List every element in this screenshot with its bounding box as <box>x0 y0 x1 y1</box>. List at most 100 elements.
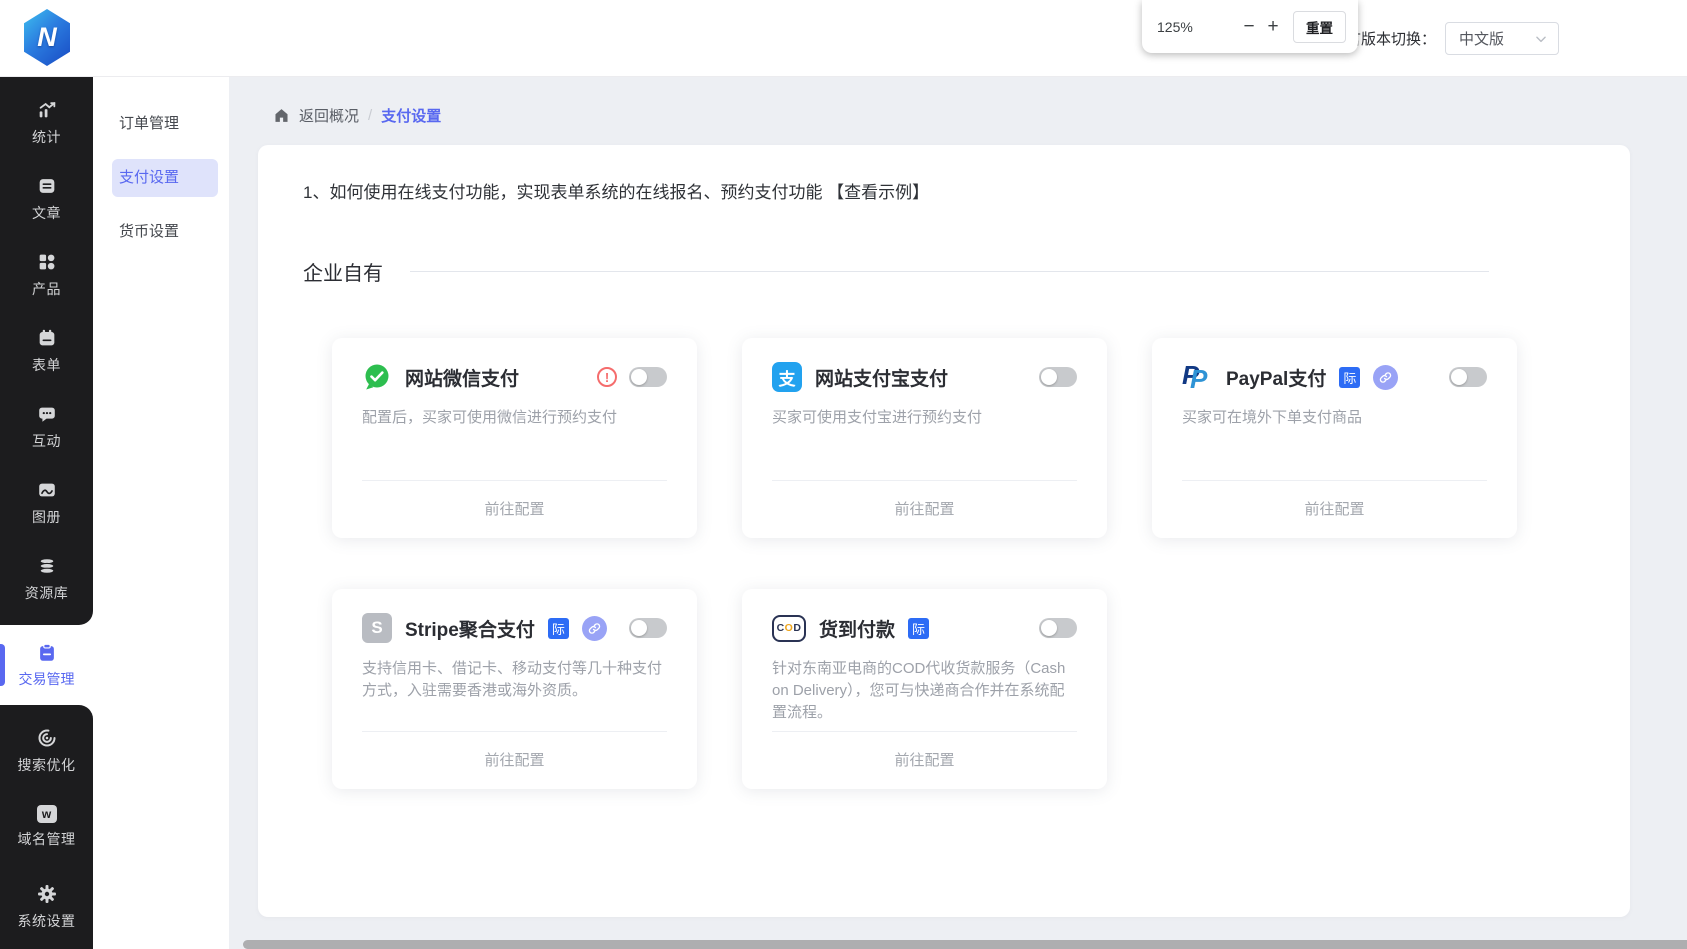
brand-logo[interactable]: N <box>22 9 72 66</box>
form-icon <box>36 327 58 349</box>
sidebar-item-label: 域名管理 <box>18 829 76 849</box>
cod-letter-d: D <box>793 622 801 634</box>
international-badge: 际 <box>1339 367 1360 388</box>
header-right-group: 语言版本切换： 中文版 <box>1331 22 1559 55</box>
browser-zoom-popup: 125% − + 重置 <box>1142 0 1358 53</box>
sidebar-item-label: 统计 <box>32 127 61 147</box>
sidebar-item-label: 图册 <box>32 507 61 527</box>
sidebar-item-articles[interactable]: 文章 <box>0 169 93 229</box>
card-title: 网站微信支付 <box>405 364 519 391</box>
paypal-icon: P P <box>1182 362 1213 392</box>
sidebar-item-domain[interactable]: w 域名管理 <box>0 799 93 877</box>
wechat-pay-icon <box>362 362 392 392</box>
top-header: N 语言版本切换： 中文版 <box>0 0 1687 77</box>
link-icon[interactable] <box>1373 365 1398 390</box>
brand-logo-letter: N <box>37 22 57 53</box>
breadcrumb: 返回概况 / 支付设置 <box>273 105 441 126</box>
cod-icon: C O D <box>772 615 806 642</box>
payment-cards-grid: 网站微信支付 ! 配置后，买家可使用微信进行预约支付 前往配置 支 网站支付宝支… <box>332 338 1630 789</box>
sidebar-item-products[interactable]: 产品 <box>0 245 93 305</box>
warning-icon: ! <box>597 367 617 387</box>
paypal-enable-toggle[interactable] <box>1449 367 1487 387</box>
sidebar-item-label: 互动 <box>32 431 61 451</box>
go-configure-link[interactable]: 前往配置 <box>362 480 667 538</box>
zoom-out-button[interactable]: − <box>1237 15 1261 39</box>
payment-card-paypal: P P PayPal支付 际 <box>1152 338 1517 538</box>
app-window: N 语言版本切换： 中文版 125% − + 重置 <box>0 0 1687 949</box>
section-header: 企业自有 <box>303 257 1489 286</box>
sidebar-item-settings[interactable]: 系统设置 <box>0 877 93 949</box>
gear-icon <box>36 883 58 905</box>
trade-clipboard-icon <box>36 642 58 664</box>
section-divider-line <box>410 271 1489 272</box>
language-select[interactable]: 中文版 <box>1445 22 1559 55</box>
article-icon <box>36 175 58 197</box>
domain-w-icon: w <box>37 805 57 823</box>
card-header: 支 网站支付宝支付 <box>772 362 1077 392</box>
main-area: 返回概况 / 支付设置 1、如何使用在线支付功能，实现表单系统的在线报名、预约支… <box>229 77 1687 949</box>
alipay-icon: 支 <box>772 362 802 392</box>
link-icon[interactable] <box>582 616 607 641</box>
sidebar-item-label: 产品 <box>32 279 61 299</box>
database-icon <box>36 555 58 577</box>
sidebar-item-seo[interactable]: 搜索优化 <box>0 721 93 799</box>
zoom-reset-button[interactable]: 重置 <box>1293 11 1346 43</box>
chevron-down-icon <box>1534 32 1548 46</box>
help-tip-text[interactable]: 1、如何使用在线支付功能，实现表单系统的在线报名、预约支付功能 【查看示例】 <box>303 181 1585 205</box>
section-title: 企业自有 <box>303 257 383 286</box>
go-configure-link[interactable]: 前往配置 <box>1182 480 1487 538</box>
zoom-in-button[interactable]: + <box>1261 15 1285 39</box>
products-grid-icon <box>36 251 58 273</box>
sidebar-item-label: 资源库 <box>25 583 69 603</box>
sidebar-item-label: 交易管理 <box>19 669 75 689</box>
payment-card-wechat: 网站微信支付 ! 配置后，买家可使用微信进行预约支付 前往配置 <box>332 338 697 538</box>
submenu-item-payment-settings[interactable]: 支付设置 <box>112 159 218 197</box>
sidebar-item-label: 搜索优化 <box>18 755 76 775</box>
submenu-item-orders[interactable]: 订单管理 <box>112 105 218 143</box>
card-header: P P PayPal支付 际 <box>1182 362 1487 392</box>
card-controls <box>1039 367 1077 387</box>
secondary-sidebar: 订单管理 支付设置 货币设置 <box>93 77 229 949</box>
sidebar-item-stats[interactable]: 统计 <box>0 93 93 153</box>
alipay-enable-toggle[interactable] <box>1039 367 1077 387</box>
card-description: 买家可在境外下单支付商品 <box>1182 407 1487 429</box>
image-icon <box>36 479 58 501</box>
sidebar-item-gallery[interactable]: 图册 <box>0 473 93 533</box>
sidebar-item-interaction[interactable]: 互动 <box>0 397 93 457</box>
cod-letter-o: O <box>785 622 794 634</box>
payment-card-alipay: 支 网站支付宝支付 买家可使用支付宝进行预约支付 前往配置 <box>742 338 1107 538</box>
home-icon[interactable] <box>273 107 290 124</box>
breadcrumb-current[interactable]: 支付设置 <box>381 105 441 126</box>
primary-sidebar-bottom-block: 搜索优化 w 域名管理 <box>0 705 93 949</box>
breadcrumb-separator: / <box>368 107 372 124</box>
stats-icon <box>36 99 58 121</box>
go-configure-link[interactable]: 前往配置 <box>772 480 1077 538</box>
wechat-enable-toggle[interactable] <box>629 367 667 387</box>
international-badge: 际 <box>548 618 569 639</box>
card-controls <box>629 618 667 638</box>
payment-card-stripe: S Stripe聚合支付 际 <box>332 589 697 789</box>
payment-card-cod: C O D 货到付款 际 针对东南亚电商的COD代收货款服务（Cash on D… <box>742 589 1107 789</box>
paypal-p-front: P <box>1190 366 1207 392</box>
stripe-enable-toggle[interactable] <box>629 618 667 638</box>
card-header: 网站微信支付 ! <box>362 362 667 392</box>
horizontal-scrollbar-thumb[interactable] <box>243 940 1687 949</box>
chat-icon <box>36 403 58 425</box>
card-description: 配置后，买家可使用微信进行预约支付 <box>362 407 667 429</box>
card-description: 支持信用卡、借记卡、移动支付等几十种支付方式，入驻需要香港或海外资质。 <box>362 658 667 702</box>
sidebar-item-library[interactable]: 资源库 <box>0 549 93 609</box>
cod-letter-c: C <box>777 622 785 634</box>
sidebar-item-label: 文章 <box>32 203 61 223</box>
breadcrumb-back-link[interactable]: 返回概况 <box>299 105 359 126</box>
primary-sidebar-top-block: 统计 文章 产品 <box>0 77 93 625</box>
submenu-item-currency[interactable]: 货币设置 <box>112 213 218 251</box>
card-title: 货到付款 <box>819 615 895 642</box>
sidebar-item-trade-active[interactable]: 交易管理 <box>0 625 93 705</box>
cod-enable-toggle[interactable] <box>1039 618 1077 638</box>
zoom-level-value: 125% <box>1157 19 1237 35</box>
go-configure-link[interactable]: 前往配置 <box>362 731 667 789</box>
card-controls: ! <box>597 367 667 387</box>
sidebar-item-label: 系统设置 <box>18 911 76 931</box>
sidebar-item-forms[interactable]: 表单 <box>0 321 93 381</box>
go-configure-link[interactable]: 前往配置 <box>772 731 1077 789</box>
